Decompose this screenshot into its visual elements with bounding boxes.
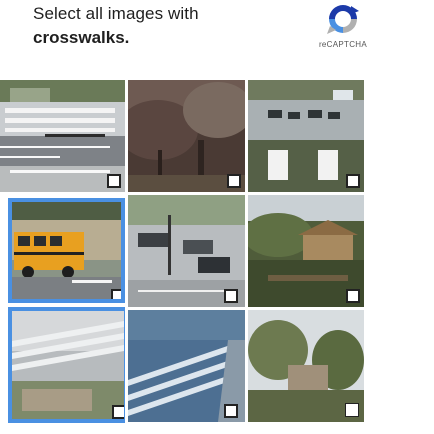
grid-tile-8[interactable] bbox=[128, 310, 245, 422]
tile-checkbox bbox=[224, 289, 238, 303]
grid-tile-5[interactable] bbox=[128, 195, 245, 307]
tile-checkbox bbox=[107, 174, 121, 188]
tile-checkbox bbox=[112, 405, 124, 419]
grid-tile-6[interactable] bbox=[248, 195, 364, 307]
grid-tile-9[interactable] bbox=[248, 310, 364, 422]
tile-image bbox=[12, 202, 121, 299]
grid-tile-2[interactable] bbox=[128, 80, 245, 192]
instruction-target: crosswalks. bbox=[33, 28, 130, 47]
image-grid bbox=[0, 80, 434, 434]
tile-checkbox bbox=[345, 403, 359, 417]
grid-tile-3[interactable] bbox=[248, 80, 364, 192]
tile-checkbox bbox=[346, 289, 360, 303]
tile-image bbox=[12, 311, 124, 419]
grid-tile-1[interactable] bbox=[0, 80, 125, 192]
grid-tile-7[interactable] bbox=[8, 307, 128, 423]
tile-checkbox bbox=[111, 289, 121, 299]
grid-separator bbox=[125, 80, 128, 434]
recaptcha-logo-icon bbox=[327, 5, 359, 34]
tile-checkbox bbox=[224, 404, 238, 418]
grid-tile-4[interactable] bbox=[8, 198, 125, 303]
grid-separator bbox=[245, 80, 248, 434]
tile-checkbox bbox=[227, 174, 241, 188]
instruction-text: Select all images with bbox=[33, 4, 199, 23]
captcha-header: Select all images with crosswalks. reCAP… bbox=[0, 0, 434, 80]
tile-checkbox bbox=[346, 174, 360, 188]
recaptcha-brand: reCAPTCHA bbox=[296, 2, 390, 62]
recaptcha-label: reCAPTCHA bbox=[318, 40, 368, 49]
